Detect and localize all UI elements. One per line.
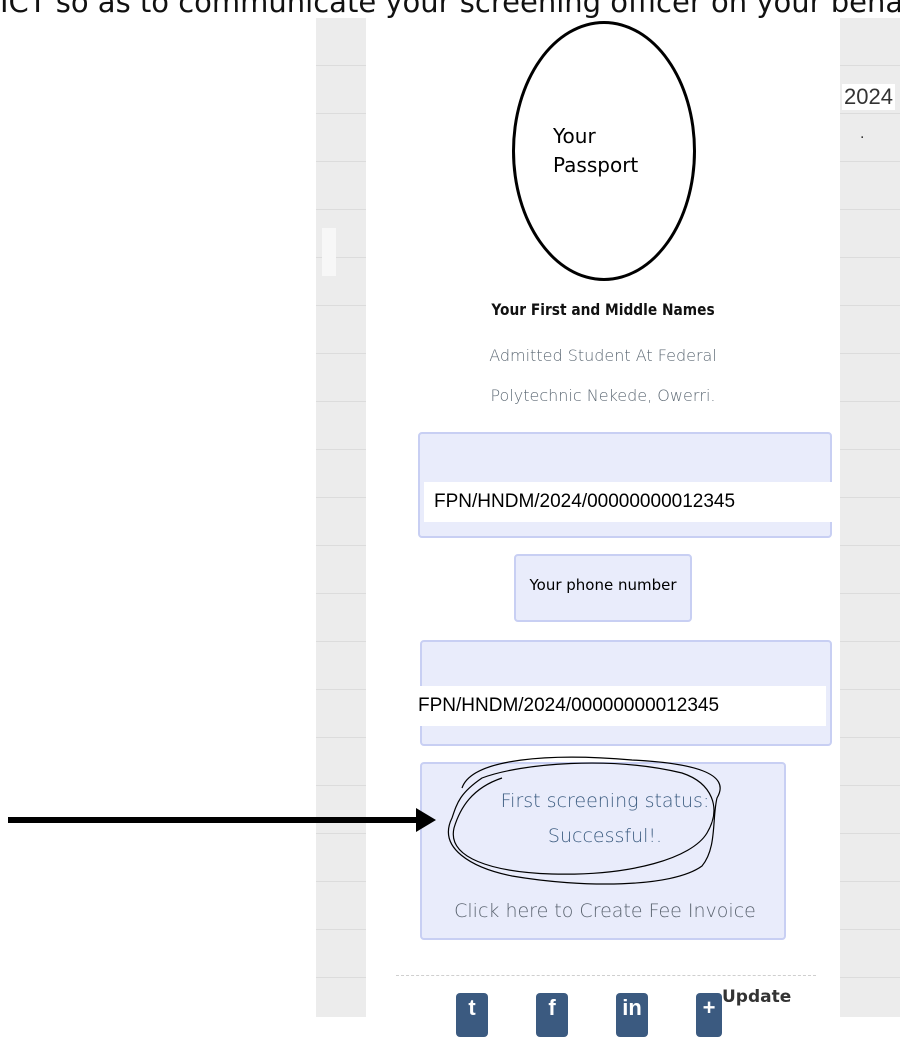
student-name: Your First and Middle Names bbox=[491, 300, 715, 319]
registration-number-box-repeat: FPN/HNDM/2024/00000000012345 bbox=[414, 640, 832, 746]
passport-photo-placeholder: Your Passport bbox=[512, 21, 696, 281]
student-profile-card: Your Passport Your First and Middle Name… bbox=[366, 18, 840, 1037]
registration-number-box: FPN/HNDM/2024/00000000012345 bbox=[418, 432, 838, 538]
facebook-icon[interactable]: f bbox=[536, 993, 568, 1037]
gutter-notch bbox=[322, 228, 336, 276]
pointing-arrow-annotation bbox=[8, 808, 436, 832]
right-page-gutter bbox=[840, 18, 900, 1017]
passport-label: Your Passport bbox=[553, 124, 639, 177]
registration-number-value-repeat: FPN/HNDM/2024/00000000012345 bbox=[414, 686, 826, 726]
left-page-gutter bbox=[316, 18, 366, 1017]
update-label[interactable]: Update bbox=[722, 987, 791, 1007]
footer-divider bbox=[396, 975, 816, 976]
update-glyph: + bbox=[702, 995, 716, 1020]
right-dot: . bbox=[860, 125, 865, 142]
cut-off-instruction-text: ICT so as to communicate your screening … bbox=[0, 0, 900, 18]
registration-number-value: FPN/HNDM/2024/00000000012345 bbox=[424, 482, 838, 522]
student-description-line2: Polytechnic Nekede, Owerri. bbox=[490, 386, 716, 405]
update-icon[interactable]: + bbox=[696, 993, 722, 1037]
twitter-glyph: t bbox=[468, 995, 476, 1020]
phone-number-box: Your phone number bbox=[514, 554, 692, 622]
hand-drawn-circle-annotation bbox=[447, 756, 721, 885]
twitter-icon[interactable]: t bbox=[456, 993, 488, 1037]
create-fee-invoice-link[interactable]: Click here to Create Fee Invoice bbox=[422, 900, 788, 922]
linkedin-icon[interactable]: in bbox=[616, 993, 648, 1037]
right-fragment-text: 2024 bbox=[842, 84, 895, 110]
facebook-glyph: f bbox=[548, 995, 556, 1020]
phone-number-value: Your phone number bbox=[529, 576, 677, 594]
linkedin-glyph: in bbox=[622, 995, 642, 1020]
student-description-line1: Admitted Student At Federal bbox=[489, 346, 717, 365]
